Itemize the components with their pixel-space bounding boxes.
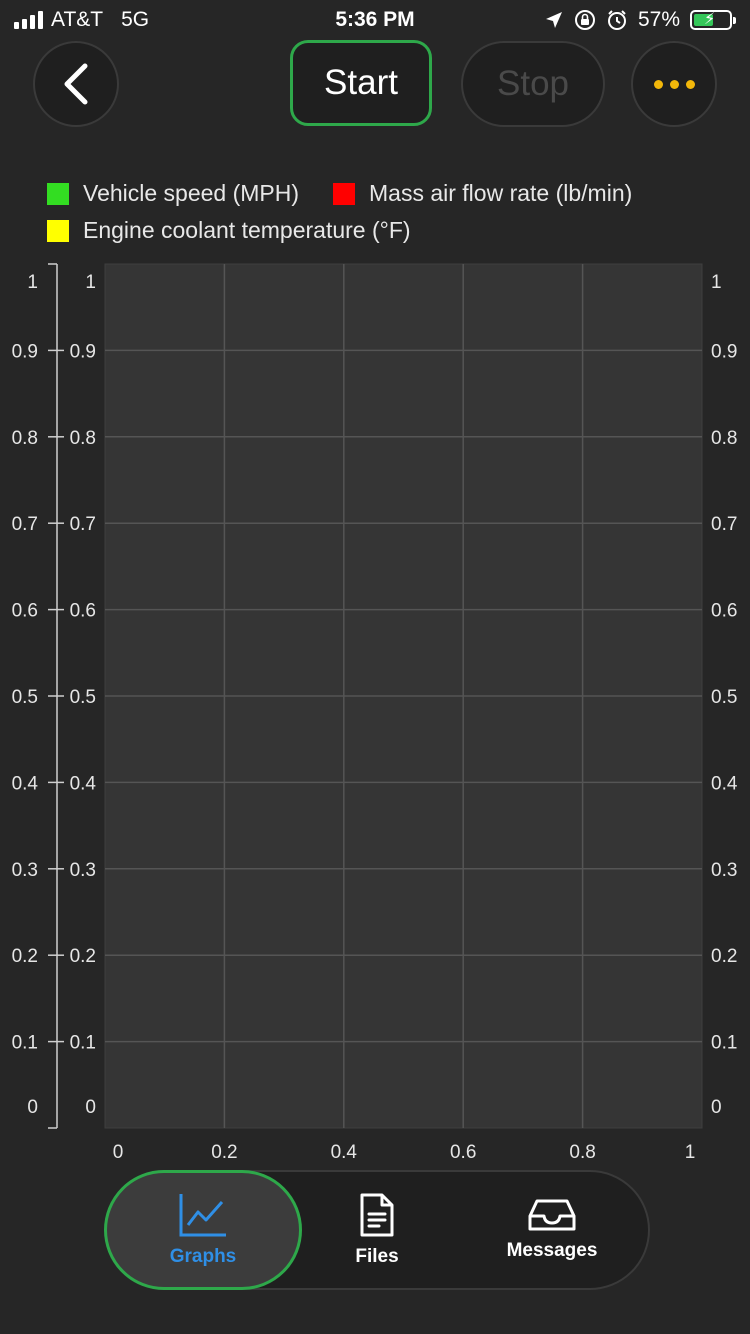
y-tick-label-left: 0.8 <box>12 428 38 449</box>
y-tick-label-right: 0.9 <box>711 341 737 362</box>
legend-item-coolant-temp: Engine coolant temperature (°F) <box>47 217 411 244</box>
legend-label: Mass air flow rate (lb/min) <box>369 180 633 206</box>
tab-messages-label: Messages <box>506 1240 598 1261</box>
tab-files[interactable]: Files <box>327 1172 427 1288</box>
x-tick-label: 0.4 <box>331 1142 358 1163</box>
alarm-icon <box>607 10 626 30</box>
graphs-screen: AT&T 5G 5:36 PM 57% ⚡ Start Stop Vehicle… <box>0 0 750 1334</box>
y-tick-label-right: 0.2 <box>711 946 737 967</box>
location-arrow-icon <box>545 12 562 28</box>
y-tick-label-inner: 0.4 <box>70 773 97 794</box>
start-button[interactable]: Start <box>290 40 432 126</box>
y-tick-label-inner: 0.3 <box>70 860 96 881</box>
y-tick-label-inner: 0.5 <box>70 687 96 708</box>
y-tick-label-left: 0 <box>27 1097 38 1118</box>
y-tick-label-inner: 0.9 <box>70 341 96 362</box>
charging-bolt-icon: ⚡ <box>704 11 716 28</box>
line-chart-icon <box>179 1194 226 1237</box>
stop-button[interactable]: Stop <box>461 41 605 127</box>
more-dots-icon <box>653 79 695 89</box>
y-tick-label-right: 0.1 <box>711 1033 737 1054</box>
orientation-lock-icon <box>574 10 595 30</box>
y-tick-label-left: 0.7 <box>12 514 38 535</box>
y-tick-label-inner: 0.7 <box>70 514 96 535</box>
legend-swatch <box>47 219 69 242</box>
y-tick-label-right: 0.8 <box>711 428 737 449</box>
y-tick-label-left: 0.3 <box>12 860 38 881</box>
tab-graphs[interactable]: Graphs <box>104 1170 302 1290</box>
legend-swatch <box>47 182 69 205</box>
battery-icon: ⚡ <box>690 10 736 30</box>
y-tick-label-left: 0.4 <box>12 773 39 794</box>
y-tick-label-inner: 0.6 <box>70 601 96 622</box>
y-tick-label-right: 0.6 <box>711 601 737 622</box>
inbox-icon <box>528 1199 576 1231</box>
y-tick-label-right: 0.4 <box>711 773 738 794</box>
x-tick-label: 0 <box>113 1142 124 1163</box>
legend-label: Vehicle speed (MPH) <box>83 180 300 206</box>
y-tick-label-inner: 0 <box>85 1097 96 1118</box>
y-tick-label-right: 0 <box>711 1097 722 1118</box>
y-tick-label-left: 0.9 <box>12 341 38 362</box>
chevron-left-icon <box>64 63 88 105</box>
y-tick-label-right: 0.7 <box>711 514 737 535</box>
y-tick-label-inner: 0.8 <box>70 428 96 449</box>
legend-item-vehicle-speed: Vehicle speed (MPH) <box>47 180 299 207</box>
y-tick-label-right: 0.3 <box>711 860 737 881</box>
back-button[interactable] <box>33 41 119 127</box>
bottom-tab-bar: Graphs Files Messages <box>104 1170 650 1290</box>
y-tick-label-right: 0.5 <box>711 687 737 708</box>
status-bar: AT&T 5G 5:36 PM 57% ⚡ <box>0 0 750 40</box>
tab-files-label: Files <box>355 1246 399 1267</box>
y-tick-label-inner: 0.1 <box>70 1033 96 1054</box>
legend-label: Engine coolant temperature (°F) <box>83 217 411 243</box>
y-tick-label-left: 0.6 <box>12 601 38 622</box>
y-tick-label-inner: 0.2 <box>70 946 96 967</box>
y-tick-label-inner: 1 <box>85 272 96 293</box>
battery-percent: 57% <box>637 8 680 31</box>
status-right: 57% ⚡ <box>544 8 736 32</box>
line-chart: 0 0.2 0.4 0.6 0.8 1 0 0 0 0.1 0.1 0.1 0.2 0.2 0.2 0.3 0.… <box>12 263 738 1163</box>
x-tick-label: 0.2 <box>211 1142 237 1163</box>
x-tick-label: 0.6 <box>450 1142 476 1163</box>
document-icon <box>360 1193 394 1237</box>
tab-messages[interactable]: Messages <box>487 1172 617 1288</box>
tab-graphs-label: Graphs <box>169 1246 237 1267</box>
more-options-button[interactable] <box>631 41 717 127</box>
legend-swatch <box>333 182 355 205</box>
y-tick-label-left: 0.2 <box>12 946 38 967</box>
x-tick-label: 0.8 <box>569 1142 595 1163</box>
legend-item-mass-air-flow: Mass air flow rate (lb/min) <box>333 180 632 207</box>
x-tick-label: 1 <box>685 1142 696 1163</box>
y-tick-label-left: 0.5 <box>12 687 38 708</box>
y-tick-label-left: 0.1 <box>12 1033 38 1054</box>
y-tick-label-left: 1 <box>27 272 38 293</box>
y-tick-label-right: 1 <box>711 272 722 293</box>
